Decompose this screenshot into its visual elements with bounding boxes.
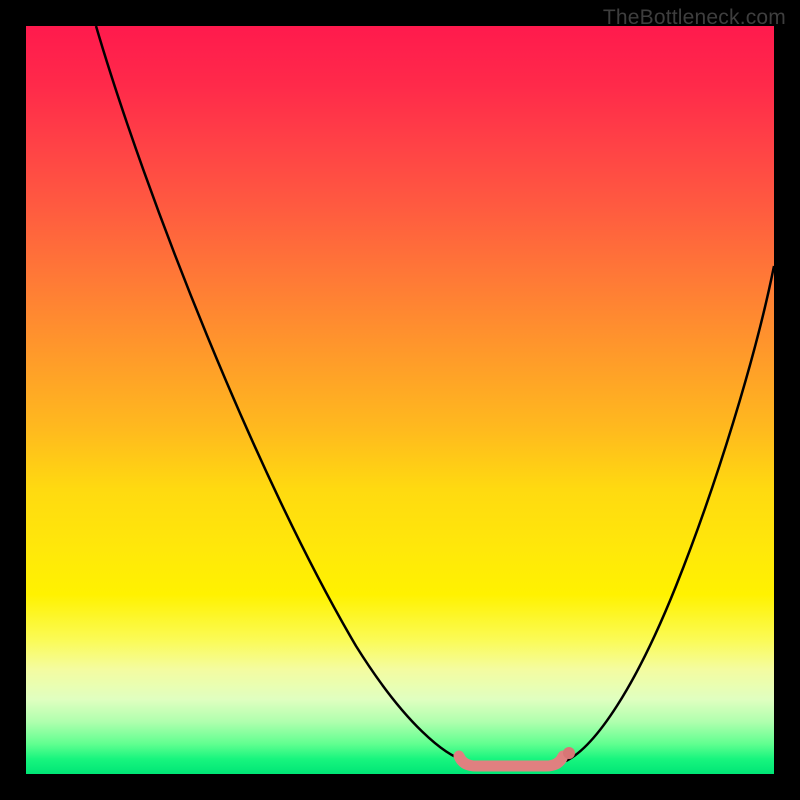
right-curve (566, 266, 774, 761)
floor-dot (563, 747, 575, 759)
left-curve (96, 26, 466, 761)
watermark-text: TheBottleneck.com (603, 6, 786, 30)
chart-svg (26, 26, 774, 774)
chart-area (26, 26, 774, 774)
floor-segment (459, 756, 563, 766)
